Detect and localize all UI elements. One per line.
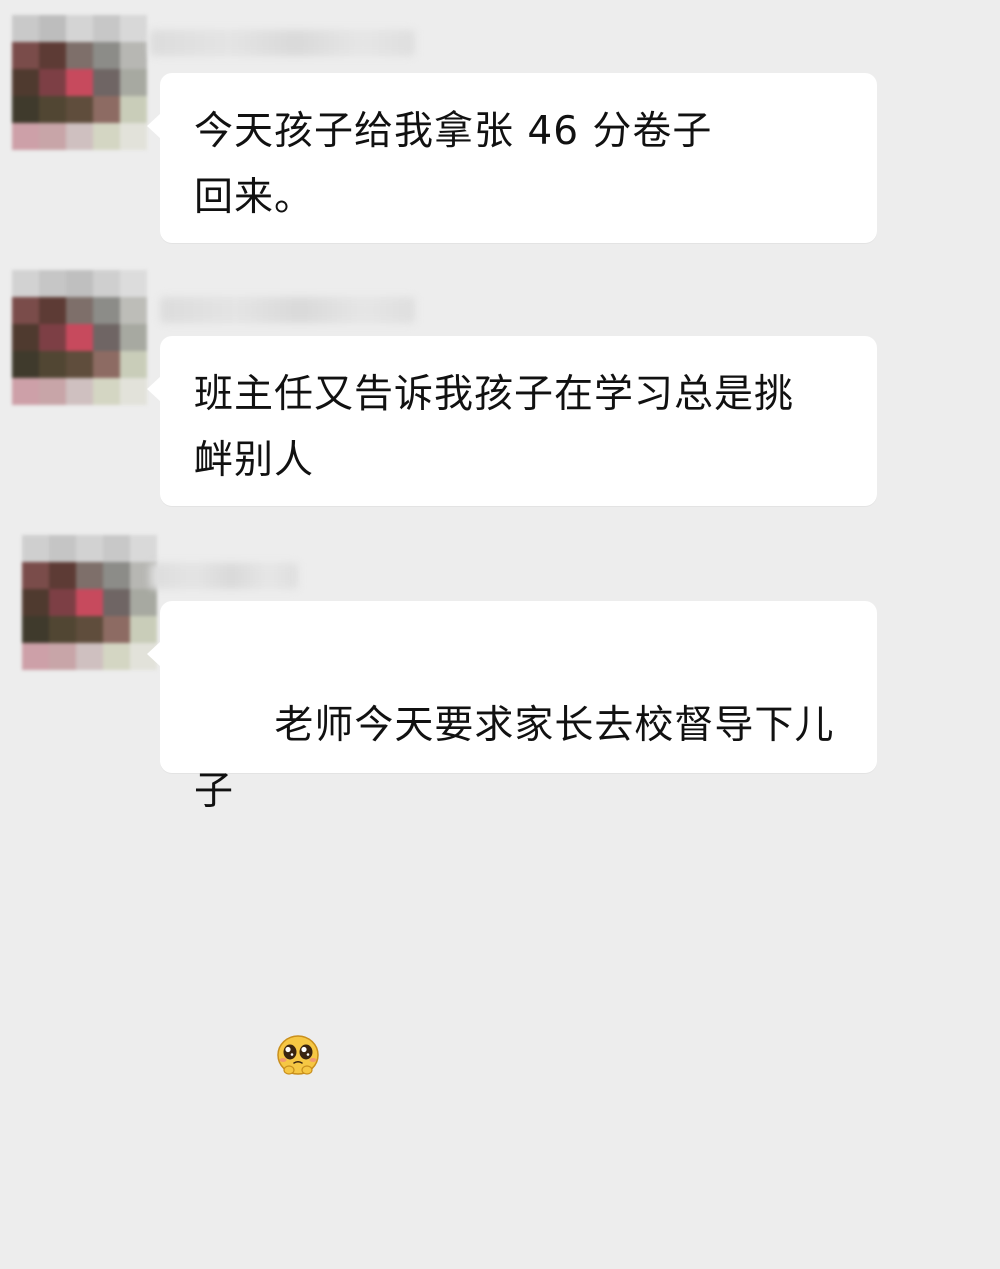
message-text: 班主任又告诉我孩子在学习总是挑 衅别人 bbox=[194, 372, 795, 483]
avatar[interactable] bbox=[12, 15, 147, 150]
message-text: 今天孩子给我拿张 46 分卷子 回来。 bbox=[194, 109, 713, 220]
message-text-wrapper: 老师今天要求家长去校督导下儿子 bbox=[194, 627, 854, 1269]
sender-name bbox=[160, 297, 415, 323]
message-text: 老师今天要求家长去校督导下儿子 bbox=[194, 703, 835, 814]
message-bubble[interactable]: 班主任又告诉我孩子在学习总是挑 衅别人 bbox=[147, 336, 877, 506]
sender-name bbox=[150, 563, 298, 589]
message-bubble[interactable]: 老师今天要求家长去校督导下儿子 bbox=[147, 601, 877, 1075]
pleading-face-icon bbox=[274, 897, 322, 1075]
avatar[interactable] bbox=[12, 270, 147, 405]
sender-name bbox=[150, 30, 415, 56]
avatar[interactable] bbox=[22, 535, 157, 670]
message-bubble[interactable]: 今天孩子给我拿张 46 分卷子 回来。 bbox=[147, 73, 877, 243]
